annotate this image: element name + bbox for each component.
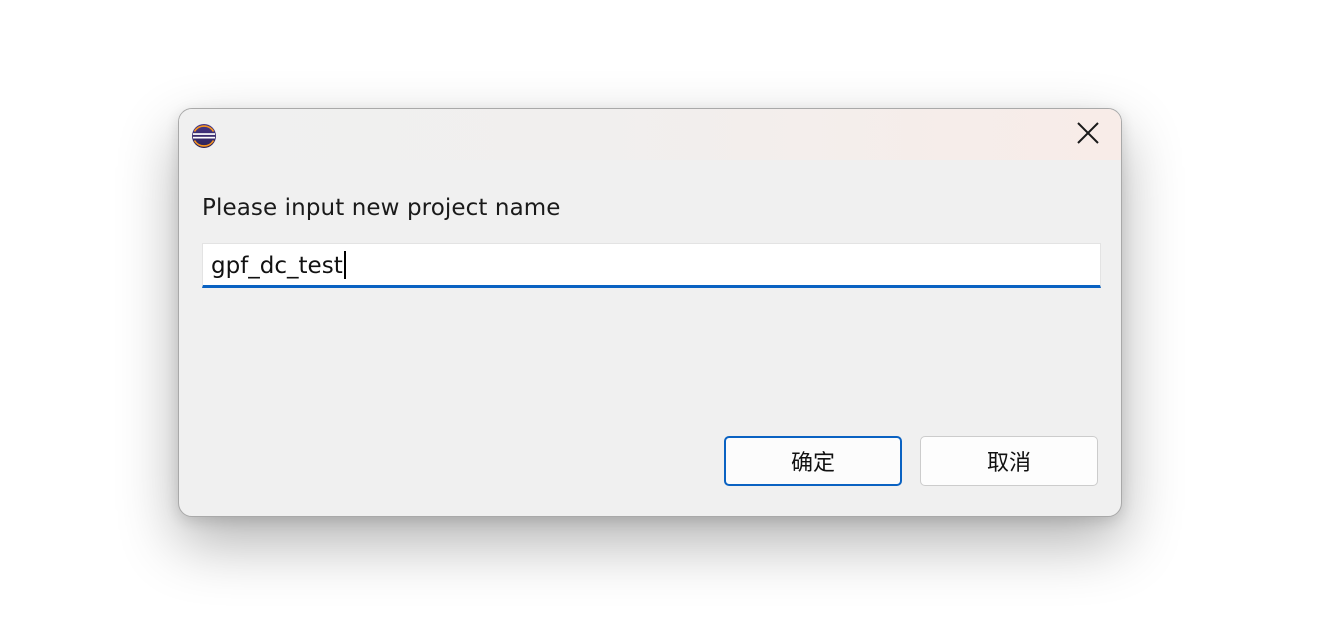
text-caret bbox=[343, 251, 346, 279]
new-project-dialog: Please input new project name gpf_dc_tes… bbox=[178, 108, 1122, 517]
title-bar[interactable] bbox=[179, 109, 1121, 160]
project-name-input[interactable]: gpf_dc_test bbox=[202, 243, 1101, 288]
cancel-button[interactable]: 取消 bbox=[920, 436, 1098, 486]
close-icon bbox=[1076, 121, 1100, 149]
project-name-value: gpf_dc_test bbox=[211, 253, 343, 279]
ok-button[interactable]: 确定 bbox=[724, 436, 902, 486]
close-button[interactable] bbox=[1055, 109, 1121, 160]
eclipse-icon bbox=[191, 123, 217, 149]
prompt-label: Please input new project name bbox=[202, 195, 561, 221]
